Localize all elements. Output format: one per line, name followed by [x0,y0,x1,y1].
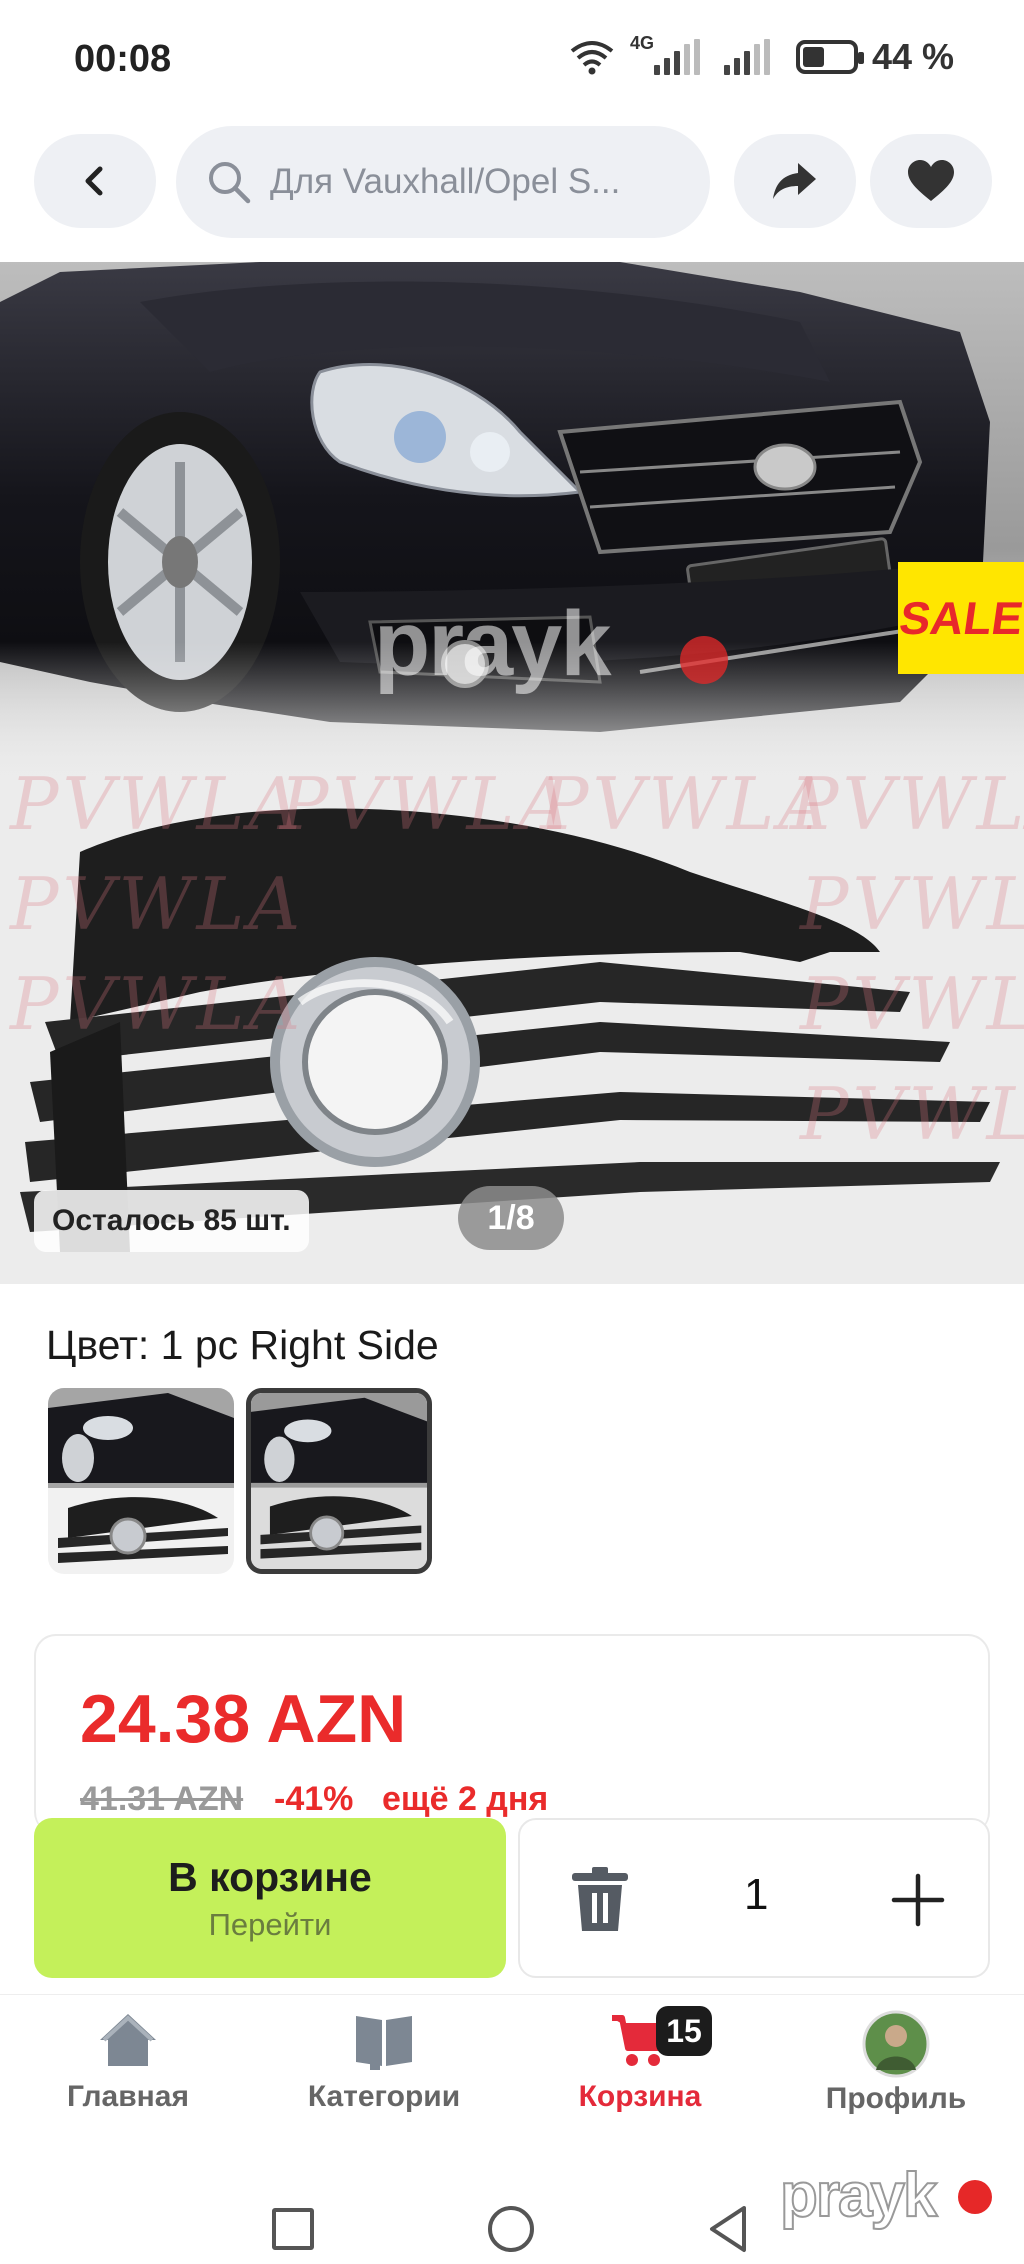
nav-cart[interactable]: Корзина [520,2010,760,2114]
trash-icon [572,1867,628,1931]
plus-icon [891,1873,945,1927]
nav-home-label: Главная [66,2080,189,2113]
delete-button[interactable] [562,1862,638,1938]
back-triangle-icon[interactable] [706,2204,750,2254]
watermark-text: PVWLA [790,762,1024,846]
signal-icon [653,39,700,75]
watermark-text: PVWLA [10,962,305,1046]
quantity-value: 1 [744,1870,769,1919]
battery-fill [802,47,824,67]
in-cart-button[interactable]: В корзине Перейти [34,1818,506,1978]
signal-icon-2 [723,39,770,75]
watermark-text: PVWLA [800,1072,1024,1156]
chevron-left-icon [85,166,103,196]
gallery-counter: 1/8 [458,1186,564,1250]
stock-badge: Осталось 85 шт. [34,1190,309,1252]
discount-badge: -41% [274,1780,354,1818]
color-option-selected[interactable] [246,1388,432,1574]
watermark-text: PVWLA [800,862,1024,946]
home-icon [100,2014,156,2066]
battery-icon [795,40,864,74]
search-placeholder: Для Vauxhall/Opel S... [270,162,621,201]
nav-cart-label: Корзина [578,2080,702,2113]
share-icon [773,163,816,199]
catalog-icon [356,2016,412,2070]
color-option-image [48,1388,234,1563]
battery-percent: 44 % [871,36,954,77]
promo-timer: ещё 2 дня [382,1780,549,1818]
brand-watermark: prayk [374,593,611,695]
search-icon [209,162,251,204]
share-button[interactable] [734,134,856,228]
current-price: 24.38 AZN [80,1681,407,1757]
nav-categories[interactable]: Категории [264,2010,504,2114]
color-option[interactable] [48,1388,234,1574]
avatar [862,2010,930,2078]
brand-watermark-dot [680,636,728,684]
recents-icon[interactable] [272,2208,314,2250]
product-gallery[interactable]: PVWLA PVWLA PVWLA PVWLA PVWLA PVWLA PVWL… [0,262,1024,1284]
watermark-text: PVWLA [10,762,305,846]
heart-icon [908,160,954,201]
watermark-text: PVWLA [800,962,1024,1046]
home-circle-icon[interactable] [488,2206,534,2252]
color-label: Цвет: 1 pc Right Side [46,1322,439,1368]
cart-count-badge: 15 [656,2006,712,2056]
watermark-text: PVWLA [10,862,305,946]
in-cart-button-title: В корзине [168,1853,372,1900]
sale-badge-text: SALE [896,592,1024,644]
favorite-button[interactable] [870,134,992,228]
search-input[interactable]: Для Vauxhall/Opel S... [176,126,710,238]
wifi-icon [570,41,614,75]
back-button[interactable] [34,134,156,228]
increment-button[interactable] [880,1862,956,1938]
in-cart-button-subtitle: Перейти [208,1906,332,1942]
old-price: 41.31 AZN [80,1780,244,1818]
color-option-image [251,1393,427,1569]
clock: 00:08 [74,38,172,80]
brand-logo-dot [958,2180,992,2214]
status-bar: 00:08 4G 44 % [0,0,1024,120]
watermark-text: PVWLA [280,762,575,846]
nav-categories-label: Категории [307,2080,461,2113]
network-type: 4G [629,33,654,53]
nav-profile[interactable]: Профиль [776,2010,1016,2116]
nav-profile-label: Профиль [825,2082,967,2115]
nav-home[interactable]: Главная [8,2010,248,2114]
brand-logo: prayk [779,2160,938,2231]
sale-badge: SALE [896,562,1024,674]
system-icons: 4G 44 % [568,33,954,78]
